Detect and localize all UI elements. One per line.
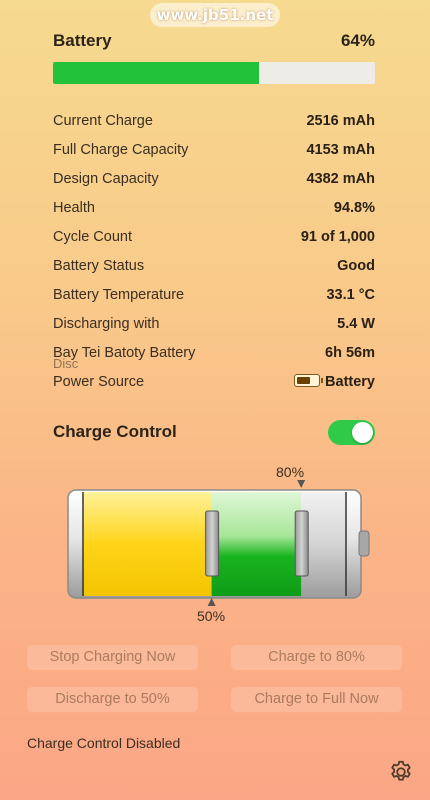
- detail-value: 4382 mAh: [306, 171, 375, 187]
- detail-value: Good: [337, 258, 375, 274]
- detail-row-time-remaining: Bay Tei Batoty Battery Disc 6h 56m: [53, 340, 375, 371]
- lower-limit-label: 50%: [197, 608, 226, 624]
- detail-row-battery-temperature: Battery Temperature 33.1 °C: [53, 282, 375, 311]
- charge-control-status: Charge Control Disabled: [27, 735, 181, 751]
- detail-label: Current Charge: [53, 113, 153, 129]
- detail-label: Power Source: [53, 374, 145, 390]
- detail-row-discharging-with: Discharging with 5.4 W: [53, 311, 375, 340]
- battery-graphic-terminal: [358, 530, 370, 557]
- charge-control-title: Charge Control: [53, 422, 177, 441]
- battery-header: Battery 64%: [53, 31, 375, 55]
- gear-icon[interactable]: [388, 759, 414, 785]
- discharge-to-50-button[interactable]: Discharge to 50%: [27, 687, 198, 712]
- detail-row-health: Health 94.8%: [53, 195, 375, 224]
- lower-limit-handle: [205, 510, 220, 577]
- detail-row-cycle-count: Cycle Count 91 of 1,000: [53, 224, 375, 253]
- upper-limit-marker: [297, 480, 306, 488]
- detail-row-full-charge-capacity: Full Charge Capacity 4153 mAh: [53, 137, 375, 166]
- detail-label: Health: [53, 200, 95, 216]
- detail-label: Full Charge Capacity: [53, 142, 189, 158]
- detail-row-current-charge: Current Charge 2516 mAh: [53, 108, 375, 137]
- battery-percent: 64%: [340, 31, 375, 50]
- charge-control-header: Charge Control: [53, 420, 375, 446]
- detail-row-design-capacity: Design Capacity 4382 mAh: [53, 166, 375, 195]
- watermark: www.jb51.net: [150, 3, 280, 27]
- battery-icon: [294, 374, 324, 387]
- battery-level-fill: [53, 62, 260, 84]
- charge-full-button[interactable]: Charge to Full Now: [231, 687, 402, 712]
- lower-limit-marker: [207, 598, 216, 606]
- detail-value: 2516 mAh: [306, 113, 375, 129]
- charge-limit-graphic: [67, 480, 370, 606]
- toggle-knob: [352, 422, 373, 443]
- battery-details: Current Charge 2516 mAh Full Charge Capa…: [53, 108, 375, 398]
- detail-label: Cycle Count: [53, 229, 132, 245]
- detail-label: Battery Status: [53, 258, 145, 274]
- detail-value: 4153 mAh: [306, 142, 375, 158]
- charge-control-toggle[interactable]: [328, 420, 375, 445]
- upper-limit-handle: [294, 510, 309, 577]
- detail-value-power-source: Battery: [294, 374, 375, 390]
- battery-level-bar: [53, 62, 375, 84]
- detail-label: Design Capacity: [53, 171, 159, 187]
- detail-value: 6h 56m: [325, 345, 375, 361]
- stop-charging-button[interactable]: Stop Charging Now: [27, 645, 198, 670]
- detail-label: Discharging with: [53, 316, 160, 332]
- battery-title: Battery: [53, 31, 112, 50]
- charge-to-80-button[interactable]: Charge to 80%: [231, 645, 402, 670]
- detail-value: 91 of 1,000: [300, 229, 375, 245]
- detail-row-power-source: Power Source Battery: [53, 369, 375, 398]
- detail-value: 5.4 W: [337, 316, 375, 332]
- charge-zone: [211, 492, 302, 596]
- detail-value: 33.1 °C: [326, 287, 375, 303]
- detail-row-battery-status: Battery Status Good: [53, 253, 375, 282]
- discharge-zone: [84, 492, 212, 596]
- power-source-value: Battery: [325, 374, 375, 390]
- detail-value: 94.8%: [333, 200, 375, 216]
- detail-label: Battery Temperature: [53, 287, 185, 303]
